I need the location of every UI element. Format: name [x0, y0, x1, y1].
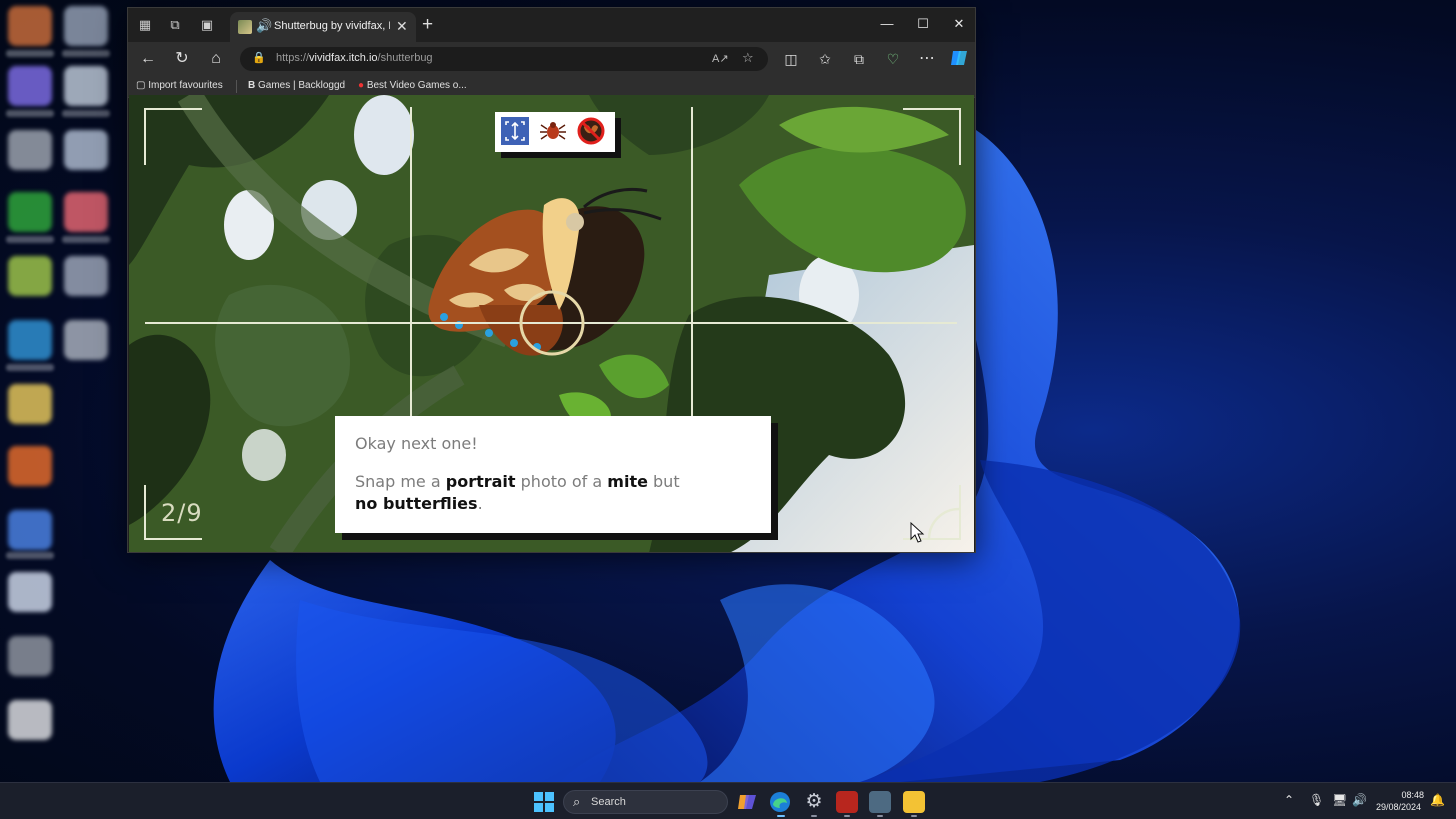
tab-title: Shutterbug by vividfax, Dan — [274, 20, 390, 32]
desktop-icon[interactable] — [64, 320, 108, 360]
browser-window: ▦ ⧉ ▣ 🔊 Shutterbug by vividfax, Dan ✕ + … — [127, 7, 976, 553]
back-icon[interactable]: ← — [137, 48, 159, 70]
remote-desktop-app-icon[interactable] — [869, 791, 891, 813]
search-label: Search — [591, 796, 626, 808]
new-tab-icon[interactable]: + — [422, 14, 433, 36]
portrait-frame-icon — [501, 117, 529, 145]
dialog-instruction: Snap me a portrait photo of a mite but no… — [355, 472, 680, 513]
volume-icon[interactable]: 🔊 — [1352, 793, 1367, 807]
import-icon: ▢ — [136, 80, 149, 91]
read-aloud-icon[interactable]: A↗ — [712, 52, 729, 65]
taskbar-search[interactable]: ⌕ Search — [563, 790, 728, 814]
voicemeeter-running-indicator — [844, 815, 850, 817]
shutterbug-favicon-icon — [238, 20, 252, 34]
red-circle-icon: ● — [358, 80, 367, 91]
clock-date[interactable]: 29/08/2024 — [1376, 802, 1421, 812]
collections-icon[interactable]: ⧉ — [848, 48, 870, 70]
desktop-icon[interactable] — [8, 446, 52, 486]
desktop-icon[interactable] — [64, 256, 108, 296]
desktop-icon-label — [62, 110, 110, 117]
search-icon: ⌕ — [573, 794, 581, 809]
bookmark-import-favourites[interactable]: ▢ Import favourites — [136, 80, 223, 91]
tab-shutterbug[interactable]: 🔊 Shutterbug by vividfax, Dan ✕ — [230, 12, 416, 42]
close-window-icon[interactable]: ✕ — [942, 12, 975, 36]
settings-app-icon[interactable]: ⚙ — [803, 791, 825, 813]
desktop-icon[interactable] — [64, 66, 108, 106]
excluded-bug-keyword: no butterflies — [355, 494, 478, 513]
clock-time[interactable]: 08:48 — [1398, 790, 1424, 800]
taskbar: ⌕ Search ⚙ ⌃ 🎙 🖥 🔊 08:48 29/08/2024 🔔 — [0, 782, 1456, 819]
desktop-icon-label — [62, 50, 110, 57]
edge-running-indicator — [777, 815, 785, 817]
browser-essentials-icon[interactable]: ♡ — [882, 48, 904, 70]
refresh-icon[interactable]: ↻ — [171, 48, 193, 70]
copilot-icon[interactable] — [948, 48, 970, 70]
vertical-tabs-icon[interactable]: ▣ — [198, 16, 216, 34]
desktop-icon[interactable] — [8, 700, 52, 740]
close-tab-icon[interactable]: ✕ — [396, 18, 408, 35]
desktop-icon-label — [6, 236, 54, 243]
windows-start-icon[interactable] — [534, 792, 554, 812]
desktop-icon[interactable] — [8, 572, 52, 612]
desktop-icon[interactable] — [8, 6, 52, 46]
desktop-icon[interactable] — [8, 66, 52, 106]
desktop-icon[interactable] — [64, 130, 108, 170]
minimize-icon[interactable]: — — [870, 12, 904, 36]
game-canvas[interactable]: 2/9 Okay next one! Snap me a portrait ph… — [129, 95, 974, 552]
maximize-icon[interactable]: ☐ — [906, 12, 940, 36]
edge-app-icon[interactable] — [769, 791, 791, 813]
favorite-star-icon[interactable]: ☆ — [742, 50, 754, 66]
backloggd-icon: B — [248, 80, 258, 91]
photo-counter: 2/9 — [161, 499, 203, 527]
desktop-icon-label — [62, 236, 110, 243]
desktop-icon[interactable] — [8, 192, 52, 232]
desktop-icon[interactable] — [64, 192, 108, 232]
home-icon[interactable]: ⌂ — [205, 48, 227, 70]
lock-icon[interactable]: 🔒 — [252, 51, 266, 64]
browser-toolbar: ← ↻ ⌂ 🔒 https://vividfax.itch.io/shutter… — [128, 42, 975, 76]
tab-actions-icon[interactable]: ⧉ — [166, 16, 184, 34]
desktop-icon[interactable] — [8, 510, 52, 550]
settings-running-indicator — [811, 815, 817, 817]
file-explorer-app-icon[interactable] — [903, 791, 925, 813]
microphone-icon[interactable]: 🎙 — [1309, 793, 1324, 807]
instruction-dialog: Okay next one! Snap me a portrait photo … — [335, 416, 771, 533]
dialog-greeting: Okay next one! — [355, 434, 478, 453]
split-screen-icon[interactable]: ◫ — [780, 48, 802, 70]
file-explorer-running-indicator — [911, 815, 917, 817]
desktop-icon[interactable] — [64, 6, 108, 46]
more-icon[interactable]: ⋯ — [916, 48, 938, 70]
target-bug-keyword: mite — [607, 472, 648, 491]
desktop-icon-label — [6, 110, 54, 117]
favorites-icon[interactable]: ✩ — [814, 48, 836, 70]
desktop-icon[interactable] — [8, 636, 52, 676]
mite-icon — [540, 122, 566, 140]
desktop-icon[interactable] — [8, 130, 52, 170]
remote-desktop-running-indicator — [877, 815, 883, 817]
desktop-icon[interactable] — [8, 256, 52, 296]
url-text[interactable]: https://vividfax.itch.io/shutterbug — [276, 52, 433, 64]
bookmarks-divider — [236, 80, 237, 93]
photo-requirements-panel — [495, 112, 615, 152]
no-butterfly-icon — [577, 117, 605, 145]
desktop-icon[interactable] — [8, 320, 52, 360]
title-bar: ▦ ⧉ ▣ 🔊 Shutterbug by vividfax, Dan ✕ + … — [128, 8, 975, 42]
desktop-icon-label — [6, 50, 54, 57]
desktop-icon-label — [6, 364, 54, 371]
bookmark-best-video-games[interactable]: ● Best Video Games o... — [358, 80, 467, 91]
speaker-icon[interactable]: 🔊 — [256, 18, 272, 34]
voicemeeter-app-icon[interactable] — [836, 791, 858, 813]
shot-type-keyword: portrait — [445, 472, 516, 491]
notification-bell-icon[interactable]: 🔔 — [1430, 793, 1445, 807]
address-bar[interactable]: 🔒 https://vividfax.itch.io/shutterbug A↗… — [240, 47, 768, 71]
workspaces-icon[interactable]: ▦ — [136, 16, 154, 34]
desktop-icon[interactable] — [8, 384, 52, 424]
bookmark-backloggd[interactable]: B Games | Backloggd — [248, 80, 345, 91]
chevron-up-icon[interactable]: ⌃ — [1284, 793, 1294, 807]
copilot-app-icon[interactable] — [736, 791, 758, 813]
desktop-icon-label — [6, 552, 54, 559]
network-icon[interactable]: 🖥 — [1332, 793, 1347, 807]
